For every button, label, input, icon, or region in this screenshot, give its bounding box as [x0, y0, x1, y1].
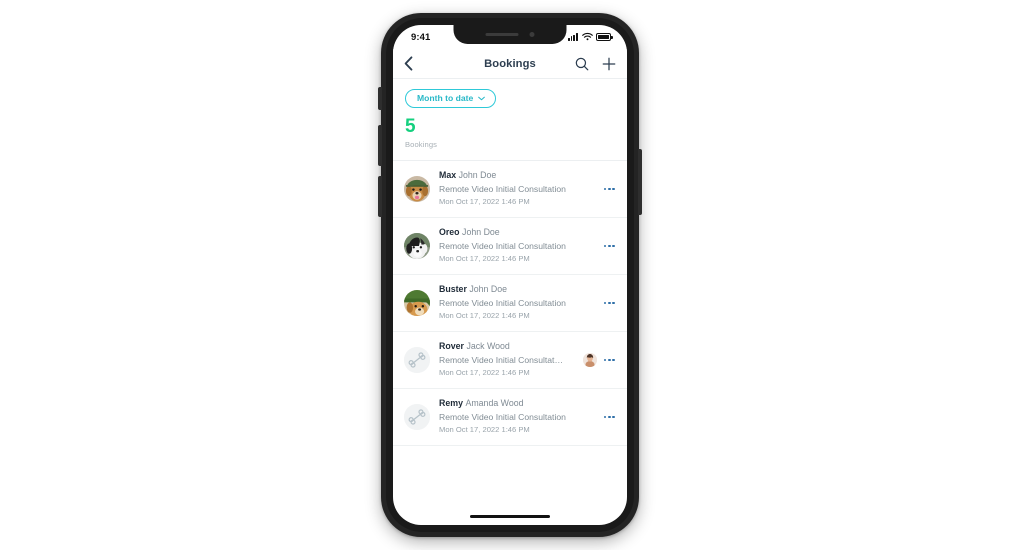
booking-datetime: Mon Oct 17, 2022 1:46 PM: [439, 254, 530, 264]
owner-name: Amanda Wood: [465, 398, 524, 409]
staff-person-avatar: [582, 353, 597, 367]
more-options-icon[interactable]: [603, 354, 616, 367]
pet-name: Buster: [439, 284, 467, 295]
bone-placeholder-icon: [404, 347, 430, 373]
owner-name: Jack Wood: [466, 341, 510, 352]
booking-row-actions: [603, 240, 616, 253]
booking-datetime: Mon Oct 17, 2022 1:46 PM: [439, 425, 530, 435]
more-options-icon[interactable]: [603, 240, 616, 253]
phone-device-frame: 9:41 Bookings Month to date 5 Bookings M…: [378, 13, 642, 537]
service-name: Remote Video Initial Consultation: [439, 298, 566, 309]
service-name: Remote Video Initial Consultation: [439, 241, 566, 252]
status-bar-time: 9:41: [411, 31, 431, 43]
earpiece-speaker: [485, 32, 519, 37]
silent-switch-button[interactable]: [378, 87, 382, 110]
screenshot-canvas: 9:41 Bookings Month to date 5 Bookings M…: [0, 0, 1024, 550]
dog-photo-avatar-golden: [404, 176, 430, 202]
booking-row-actions: [582, 353, 616, 367]
wifi-icon: [581, 28, 593, 46]
booking-names: Rover Jack Wood: [439, 341, 577, 353]
chevron-down-icon: [478, 96, 486, 100]
booking-row-body: Remy Amanda Wood Remote Video Initial Con…: [439, 398, 597, 436]
pet-name: Remy: [439, 398, 463, 409]
chevron-left-icon: [404, 56, 413, 71]
booking-row-body: Buster John Doe Remote Video Initial Cons…: [439, 284, 597, 322]
more-options-icon[interactable]: [603, 411, 616, 424]
status-bar-icons: [567, 28, 615, 46]
navigation-bar: Bookings: [393, 49, 627, 79]
back-button[interactable]: [404, 54, 422, 74]
booking-names: Oreo John Doe: [439, 227, 597, 239]
more-options-icon[interactable]: [603, 297, 616, 310]
dog-photo-avatar-blackwhite: [404, 233, 430, 259]
search-icon[interactable]: [575, 57, 589, 71]
booking-datetime: Mon Oct 17, 2022 1:46 PM: [439, 311, 530, 321]
booking-names: Remy Amanda Wood: [439, 398, 597, 410]
owner-name: John Doe: [458, 170, 497, 181]
booking-names: Max John Doe: [439, 170, 597, 182]
bone-placeholder-icon: [404, 404, 430, 430]
booking-row[interactable]: Max John Doe Remote Video Initial Consult…: [393, 161, 627, 218]
booking-names: Buster John Doe: [439, 284, 597, 296]
service-name: Remote Video Initial Consultation: [439, 412, 566, 423]
booking-row-body: Max John Doe Remote Video Initial Consult…: [439, 170, 597, 208]
summary-section: Month to date 5 Bookings: [393, 79, 627, 161]
home-indicator[interactable]: [470, 515, 550, 518]
front-camera-icon: [529, 32, 535, 37]
booking-row[interactable]: Remy Amanda Wood Remote Video Initial Con…: [393, 389, 627, 446]
cellular-signal-icon: [567, 33, 578, 41]
volume-up-button[interactable]: [378, 125, 382, 166]
service-name: Remote Video Initial Consultat…: [439, 355, 564, 366]
bookings-list: Max John Doe Remote Video Initial Consult…: [393, 161, 627, 446]
volume-down-button[interactable]: [378, 176, 382, 217]
bookings-count-label: Bookings: [405, 140, 438, 149]
booking-row-body: Oreo John Doe Remote Video Initial Consul…: [439, 227, 597, 265]
service-name: Remote Video Initial Consultation: [439, 184, 566, 195]
booking-row[interactable]: Rover Jack Wood Remote Video Initial Cons…: [393, 332, 627, 389]
nav-actions: [575, 57, 616, 71]
booking-row-body: Rover Jack Wood Remote Video Initial Cons…: [439, 341, 577, 379]
booking-datetime: Mon Oct 17, 2022 1:46 PM: [439, 197, 530, 207]
battery-full-icon: [596, 33, 613, 41]
power-button[interactable]: [638, 149, 642, 215]
owner-name: John Doe: [469, 284, 508, 295]
phone-screen: 9:41 Bookings Month to date 5 Bookings M…: [393, 25, 627, 525]
booking-row[interactable]: Buster John Doe Remote Video Initial Cons…: [393, 275, 627, 332]
booking-row-actions: [603, 411, 616, 424]
booking-row-actions: [603, 183, 616, 196]
dog-photo-avatar-grass: [404, 290, 430, 316]
owner-name: John Doe: [462, 227, 500, 238]
more-options-icon[interactable]: [603, 183, 616, 196]
bookings-count-value: 5: [405, 116, 416, 137]
pet-name: Max: [439, 170, 457, 181]
booking-row-actions: [603, 297, 616, 310]
plus-icon[interactable]: [602, 57, 616, 71]
booking-datetime: Mon Oct 17, 2022 1:46 PM: [439, 368, 530, 378]
date-range-filter-chip[interactable]: Month to date: [405, 88, 497, 108]
booking-row[interactable]: Oreo John Doe Remote Video Initial Consul…: [393, 218, 627, 275]
device-notch: [453, 25, 567, 44]
pet-name: Oreo: [439, 227, 460, 238]
filter-chip-label: Month to date: [417, 93, 474, 103]
pet-name: Rover: [439, 341, 464, 352]
